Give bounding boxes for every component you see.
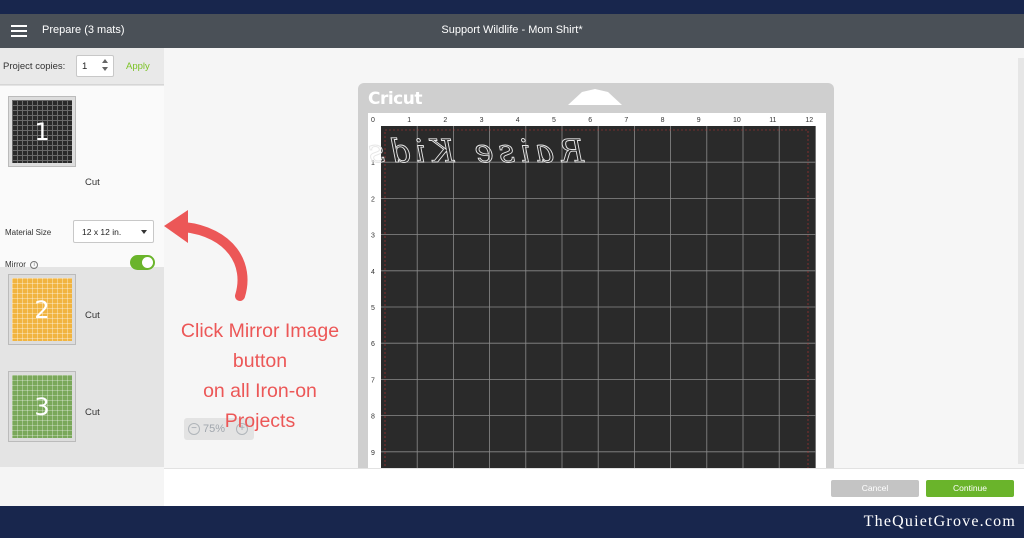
info-icon[interactable]: i	[30, 260, 39, 269]
instruction-annotation: Click Mirror Image button on all Iron-on…	[162, 316, 358, 436]
ruler-top-label: 4	[516, 117, 520, 124]
copies-stepper[interactable]	[102, 59, 110, 73]
cancel-button[interactable]: Cancel	[831, 480, 919, 497]
ruler-top-label: 0	[371, 117, 375, 124]
ruler-left-label: 9	[371, 450, 375, 457]
bottom-action-bar: Cancel Continue	[164, 468, 1024, 506]
chevron-down-icon	[141, 230, 147, 234]
mat-3-number: 3	[34, 392, 50, 421]
ruler-top-label: 6	[588, 117, 592, 124]
mat-1-number: 1	[34, 117, 50, 146]
ruler-left-label: 6	[371, 341, 375, 348]
apply-button[interactable]: Apply	[126, 61, 150, 72]
material-size-label: Material Size	[5, 228, 52, 237]
mirrored-design[interactable]: Raise Kids	[368, 132, 585, 171]
mat-1-panel: 1 Cut Material Size 12 x 12 in. Mirror i	[0, 86, 164, 270]
ruler-left-label: 5	[371, 305, 375, 312]
ruler-top-label: 12	[805, 117, 813, 124]
ruler-top-label: 8	[661, 117, 665, 124]
toggle-knob	[142, 257, 153, 268]
mat-3-label: Cut	[85, 407, 100, 418]
project-copies-value: 1	[82, 61, 88, 72]
top-bar: Prepare (3 mats) Support Wildlife - Mom …	[0, 14, 1024, 48]
ruler-left-label: 8	[371, 414, 375, 421]
ruler-top-label: 10	[733, 117, 741, 124]
annotation-line-1: Click Mirror Image	[180, 320, 340, 342]
mat-1-label: Cut	[85, 177, 100, 188]
ruler-left-label: 2	[371, 196, 375, 203]
mat-3-thumbnail[interactable]: 3	[8, 371, 76, 442]
project-copies-input[interactable]: 1	[76, 55, 114, 77]
mirror-toggle[interactable]	[130, 255, 155, 270]
mirror-label: Mirror i	[5, 260, 39, 269]
app-window: Prepare (3 mats) Support Wildlife - Mom …	[0, 14, 1024, 506]
mat-2-number: 2	[34, 295, 50, 324]
mat-2-label: Cut	[85, 310, 100, 321]
material-size-value: 12 x 12 in.	[82, 227, 122, 237]
cutting-mat-preview: Cricut 0 1 2 3 4 5 6 7 8 9 10 11 12 1 2 3 4 5 6 7 8 9 Raise Ki…	[358, 83, 834, 483]
annotation-line-2: button	[232, 350, 288, 372]
mirror-label-text: Mirror	[5, 260, 26, 269]
sidebar-footer	[0, 467, 164, 506]
cricut-logo: Cricut	[368, 89, 423, 109]
site-watermark: TheQuietGrove.com	[863, 513, 1016, 530]
material-size-select[interactable]: 12 x 12 in.	[73, 220, 154, 243]
ruler-top-label: 3	[480, 117, 484, 124]
project-copies-label: Project copies:	[3, 61, 66, 72]
ruler-top-label: 2	[443, 117, 447, 124]
mat-tab-icon	[568, 89, 622, 105]
ruler-left-label: 4	[371, 269, 375, 276]
ruler-left-label: 3	[371, 233, 375, 240]
curved-arrow-icon	[164, 210, 248, 301]
stepper-down-icon[interactable]	[102, 67, 108, 71]
stepper-up-icon[interactable]	[102, 59, 108, 63]
design-text: Raise Kids	[368, 132, 585, 170]
mat-1-thumbnail[interactable]: 1	[8, 96, 76, 167]
project-copies-row: Project copies: 1 Apply	[0, 48, 164, 85]
continue-button[interactable]: Continue	[926, 480, 1014, 497]
ruler-top-label: 7	[624, 117, 628, 124]
annotation-line-3: on all Iron-on	[203, 380, 317, 402]
mat-2-thumbnail[interactable]: 2	[8, 274, 76, 345]
mat-sidebar: Project copies: 1 Apply 1 Cut Material S…	[0, 48, 164, 506]
ruler-top-label: 1	[407, 117, 411, 124]
ruler-top-label: 5	[552, 117, 556, 124]
document-title: Support Wildlife - Mom Shirt*	[441, 24, 583, 36]
annotation-line-4: Projects	[224, 410, 296, 432]
ruler-left-label: 7	[371, 377, 375, 384]
mat-canvas[interactable]: 0 1 2 3 4 5 6 7 8 9 10 11 12123456789Raise Kids	[368, 113, 826, 483]
ruler-top-label: 9	[697, 117, 701, 124]
scrollbar[interactable]	[1018, 58, 1024, 464]
ruler-top-label: 11	[769, 117, 776, 124]
